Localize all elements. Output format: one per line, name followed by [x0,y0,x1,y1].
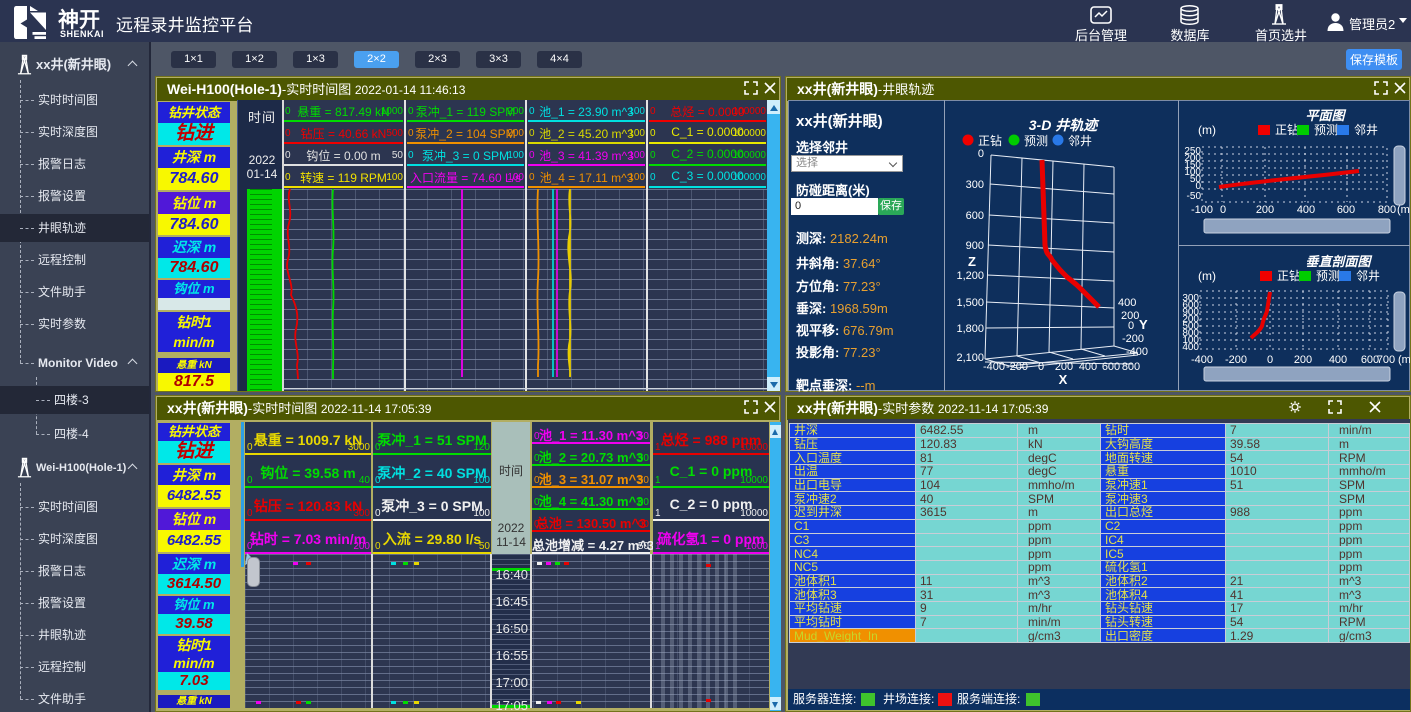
svg-text:-100: -100 [1191,204,1213,216]
svg-text:3-D 井轨迹: 3-D 井轨迹 [1029,117,1100,133]
svg-text:2,100: 2,100 [956,352,984,364]
svg-text:200: 200 [1294,354,1312,366]
svg-text:600: 600 [1102,361,1120,373]
svg-text:预测: 预测 [1024,134,1048,148]
svg-text:-200: -200 [1006,361,1028,373]
svg-text:X: X [1059,372,1068,387]
svg-text:预测: 预测 [1314,123,1338,137]
svg-text:(m): (m) [1198,269,1216,283]
svg-text:0: 0 [978,148,984,160]
svg-text:垂直剖面图: 垂直剖面图 [1305,254,1372,269]
svg-text:邻井: 邻井 [1356,269,1380,283]
svg-text:0: 0 [1128,320,1134,332]
svg-text:Z: Z [968,254,976,269]
svg-text:400: 400 [1297,204,1315,216]
svg-text:900: 900 [966,240,984,252]
svg-text:-200: -200 [1122,333,1144,345]
svg-text:400: 400 [1329,354,1347,366]
svg-text:200: 200 [1256,204,1274,216]
svg-text:300: 300 [966,179,984,191]
svg-text:0: 0 [1220,204,1226,216]
svg-text:600: 600 [966,210,984,222]
svg-text:700: 700 [1377,354,1395,366]
svg-text:1,500: 1,500 [956,297,984,309]
svg-text:正钻: 正钻 [1275,122,1299,137]
svg-text:(m): (m) [1198,123,1216,137]
svg-text:(m): (m) [1398,354,1410,366]
svg-text:正钻: 正钻 [978,133,1002,148]
svg-text:800: 800 [1378,204,1396,216]
svg-text:Y: Y [1139,317,1148,332]
svg-text:(m): (m) [1397,204,1410,216]
svg-text:800: 800 [1122,361,1140,373]
svg-text:1,200: 1,200 [956,270,984,282]
svg-text:-200: -200 [1225,354,1247,366]
svg-text:400: 400 [1182,342,1199,353]
svg-text:-400: -400 [983,361,1005,373]
svg-text:0: 0 [1038,361,1044,373]
svg-text:平面图: 平面图 [1305,108,1346,123]
svg-text:邻井: 邻井 [1068,134,1092,148]
svg-text:400: 400 [1079,361,1097,373]
svg-text:正钻: 正钻 [1277,268,1301,283]
svg-text:预测: 预测 [1316,269,1340,283]
svg-text:-400: -400 [1191,354,1213,366]
svg-text:1,800: 1,800 [956,323,984,335]
svg-text:400: 400 [1118,297,1136,309]
svg-text:-50: -50 [1187,191,1202,202]
svg-text:0: 0 [1267,354,1273,366]
svg-text:600: 600 [1337,204,1355,216]
svg-text:-400: -400 [1126,346,1148,358]
svg-text:邻井: 邻井 [1354,123,1378,137]
